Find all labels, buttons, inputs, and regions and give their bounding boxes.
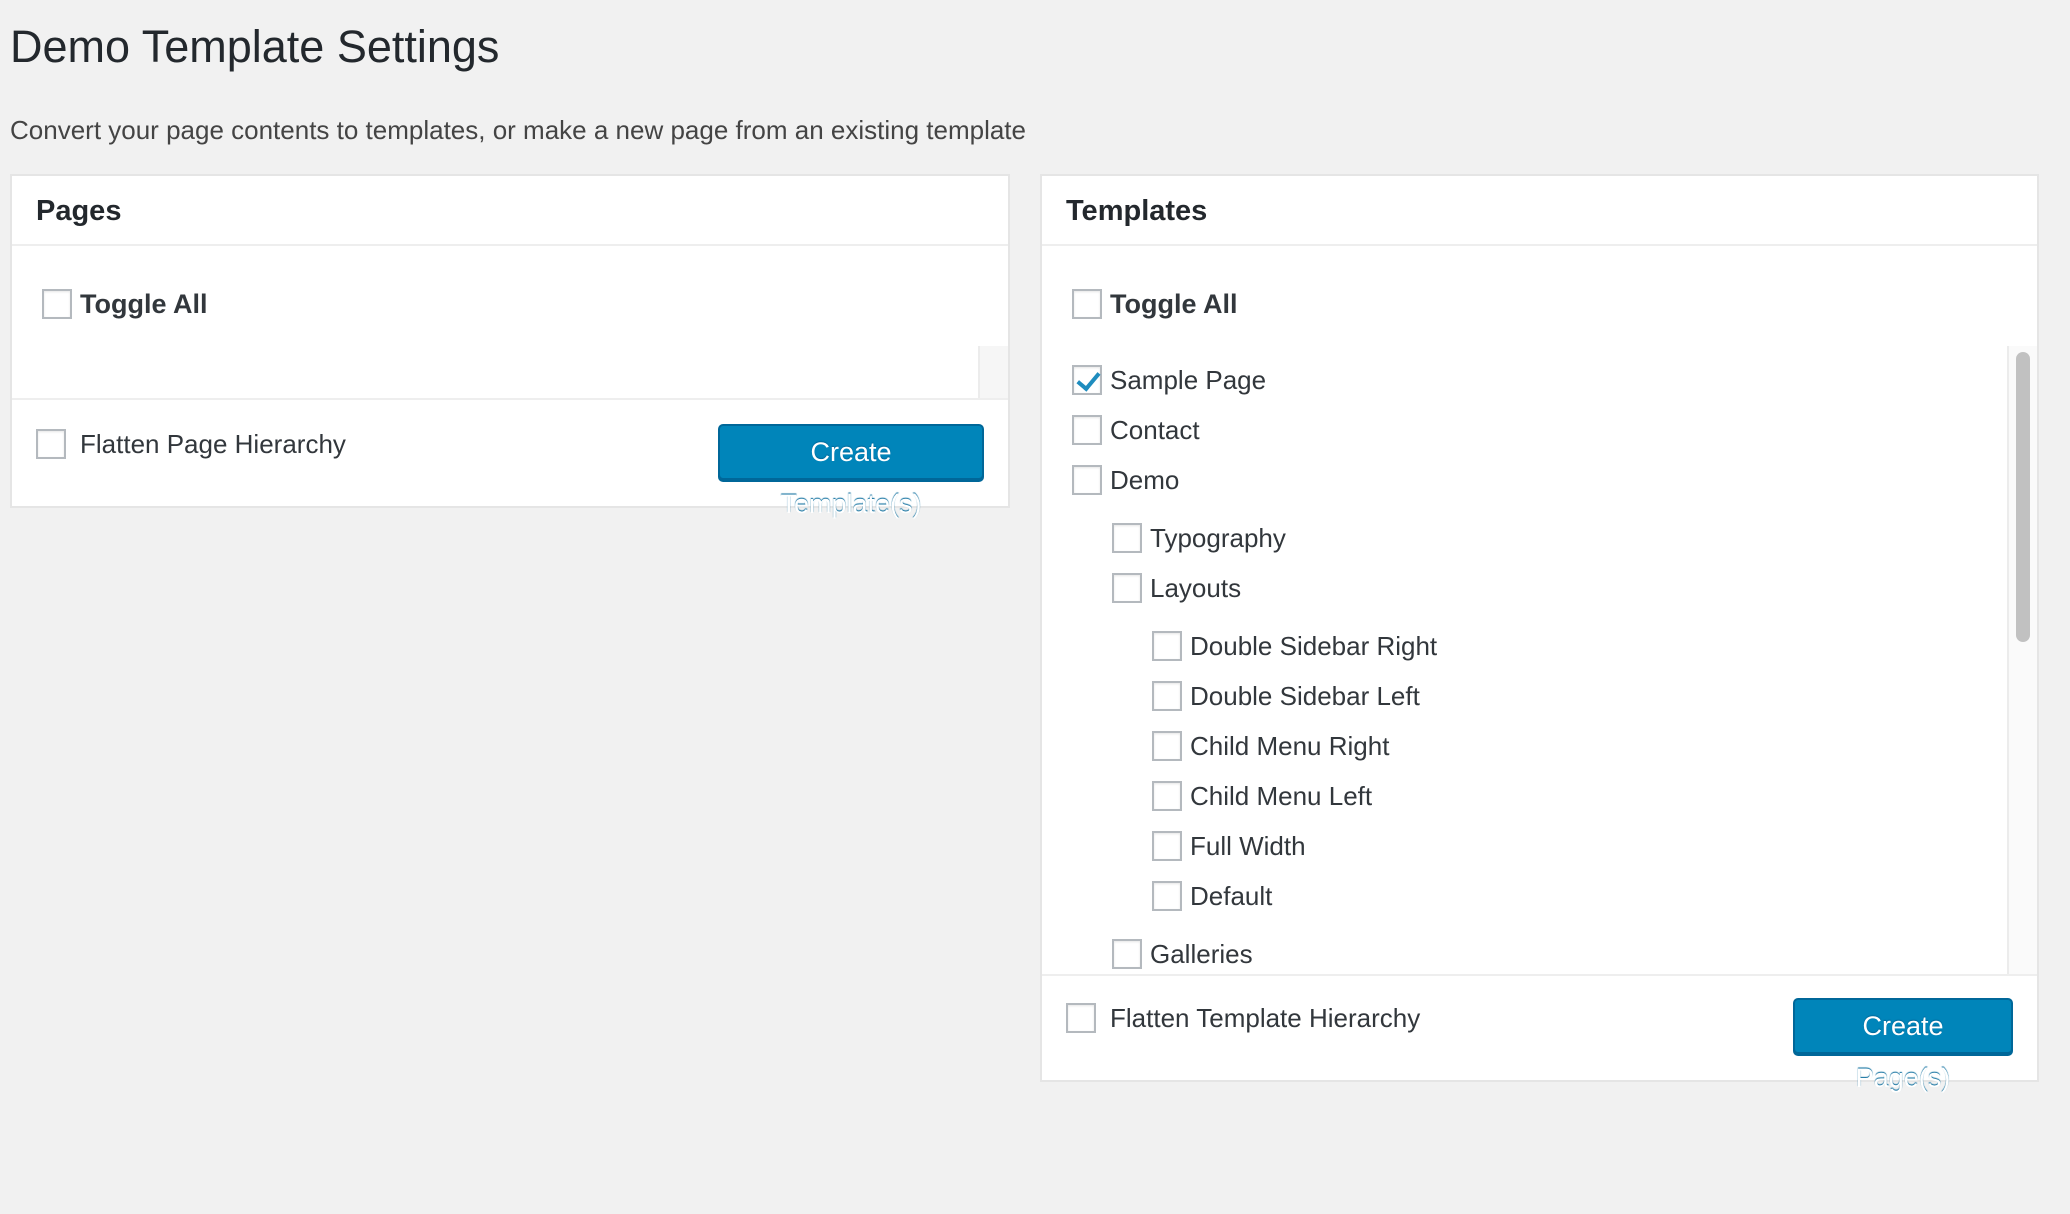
templates-toggle-all-label: Toggle All: [1110, 289, 1238, 319]
template-list-item[interactable]: Child Menu Left: [1152, 776, 1372, 816]
template-list-item[interactable]: Full Width: [1152, 826, 1306, 866]
template-list-item[interactable]: Demo: [1072, 460, 1179, 500]
template-list-item[interactable]: Double Sidebar Right: [1152, 626, 1437, 666]
template-item-label: Child Menu Right: [1190, 731, 1390, 761]
template-list-item[interactable]: Typography: [1112, 518, 1286, 558]
template-list-item[interactable]: Child Menu Right: [1152, 726, 1389, 766]
pages-list-scrollbar[interactable]: [978, 346, 1008, 400]
template-item-checkbox[interactable]: [1072, 415, 1102, 445]
page-description: Convert your page contents to templates,…: [10, 115, 1026, 145]
template-item-label: Typography: [1150, 523, 1286, 553]
pages-list: [12, 346, 1008, 400]
template-list-item[interactable]: Sample Page: [1072, 360, 1266, 400]
create-pages-button[interactable]: Create Page(s): [1793, 998, 2013, 1093]
template-item-checkbox[interactable]: [1112, 573, 1142, 603]
templates-list-scrollbar-thumb[interactable]: [2016, 352, 2030, 642]
flatten-page-hierarchy-checkbox[interactable]: [36, 429, 66, 459]
pages-toggle-all[interactable]: Toggle All: [42, 284, 208, 324]
template-list-item[interactable]: Galleries: [1112, 934, 1253, 974]
flatten-template-hierarchy-checkbox[interactable]: [1066, 1003, 1096, 1033]
template-item-label: Default: [1190, 881, 1273, 911]
templates-panel: Templates Toggle All Sample Page Contact D…: [1040, 174, 2039, 1093]
template-item-checkbox[interactable]: [1112, 523, 1142, 553]
template-item-label: Sample Page: [1110, 365, 1267, 395]
flatten-template-hierarchy[interactable]: Flatten Template Hierarchy: [1066, 998, 1420, 1038]
template-list-item[interactable]: Double Sidebar Left: [1152, 676, 1420, 716]
templates-list-scrollbar[interactable]: [2007, 346, 2037, 976]
pages-panel-footer: Flatten Page Hierarchy Create Template(s…: [12, 398, 1008, 519]
pages-toggle-all-checkbox[interactable]: [42, 289, 72, 319]
template-list-item[interactable]: Contact: [1072, 410, 1200, 450]
templates-panel-footer: Flatten Template Hierarchy Create Page(s…: [1042, 974, 2037, 1093]
flatten-page-hierarchy-label: Flatten Page Hierarchy: [80, 429, 346, 459]
template-item-checkbox[interactable]: [1152, 781, 1182, 811]
templates-panel-heading: Templates: [1066, 195, 1208, 227]
template-list-item[interactable]: Layouts: [1112, 568, 1241, 608]
template-item-label: Child Menu Left: [1190, 781, 1373, 811]
template-item-checkbox[interactable]: [1112, 939, 1142, 969]
pages-toggle-all-label: Toggle All: [80, 289, 208, 319]
template-item-checkbox[interactable]: [1152, 881, 1182, 911]
pages-panel: Pages Toggle All Flatten Page Hierarchy …: [10, 174, 1010, 519]
template-item-checkbox[interactable]: [1152, 631, 1182, 661]
templates-list: Sample Page Contact Demo Typography Layouts D…: [1042, 346, 2037, 976]
template-item-checkbox[interactable]: [1152, 681, 1182, 711]
template-item-label: Contact: [1110, 415, 1200, 445]
templates-panel-header: Templates: [1042, 176, 2037, 246]
template-item-label: Double Sidebar Left: [1190, 681, 1420, 711]
flatten-page-hierarchy[interactable]: Flatten Page Hierarchy: [36, 424, 346, 464]
template-item-checkbox[interactable]: [1072, 465, 1102, 495]
template-item-label: Double Sidebar Right: [1190, 631, 1438, 661]
pages-panel-heading: Pages: [36, 195, 122, 227]
template-list-item[interactable]: Default: [1152, 876, 1272, 916]
template-item-label: Galleries: [1150, 939, 1253, 969]
template-item-checkbox[interactable]: [1152, 831, 1182, 861]
template-item-label: Full Width: [1190, 831, 1306, 861]
template-item-label: Demo: [1110, 465, 1180, 495]
templates-toggle-all[interactable]: Toggle All: [1072, 284, 1238, 324]
pages-panel-header: Pages: [12, 176, 1008, 246]
templates-toggle-all-checkbox[interactable]: [1072, 289, 1102, 319]
template-item-checkbox[interactable]: [1072, 365, 1102, 395]
flatten-template-hierarchy-label: Flatten Template Hierarchy: [1110, 1003, 1421, 1033]
page-title: Demo Template Settings: [10, 21, 500, 72]
create-templates-button[interactable]: Create Template(s): [718, 424, 984, 519]
template-item-checkbox[interactable]: [1152, 731, 1182, 761]
template-item-label: Layouts: [1150, 573, 1242, 603]
